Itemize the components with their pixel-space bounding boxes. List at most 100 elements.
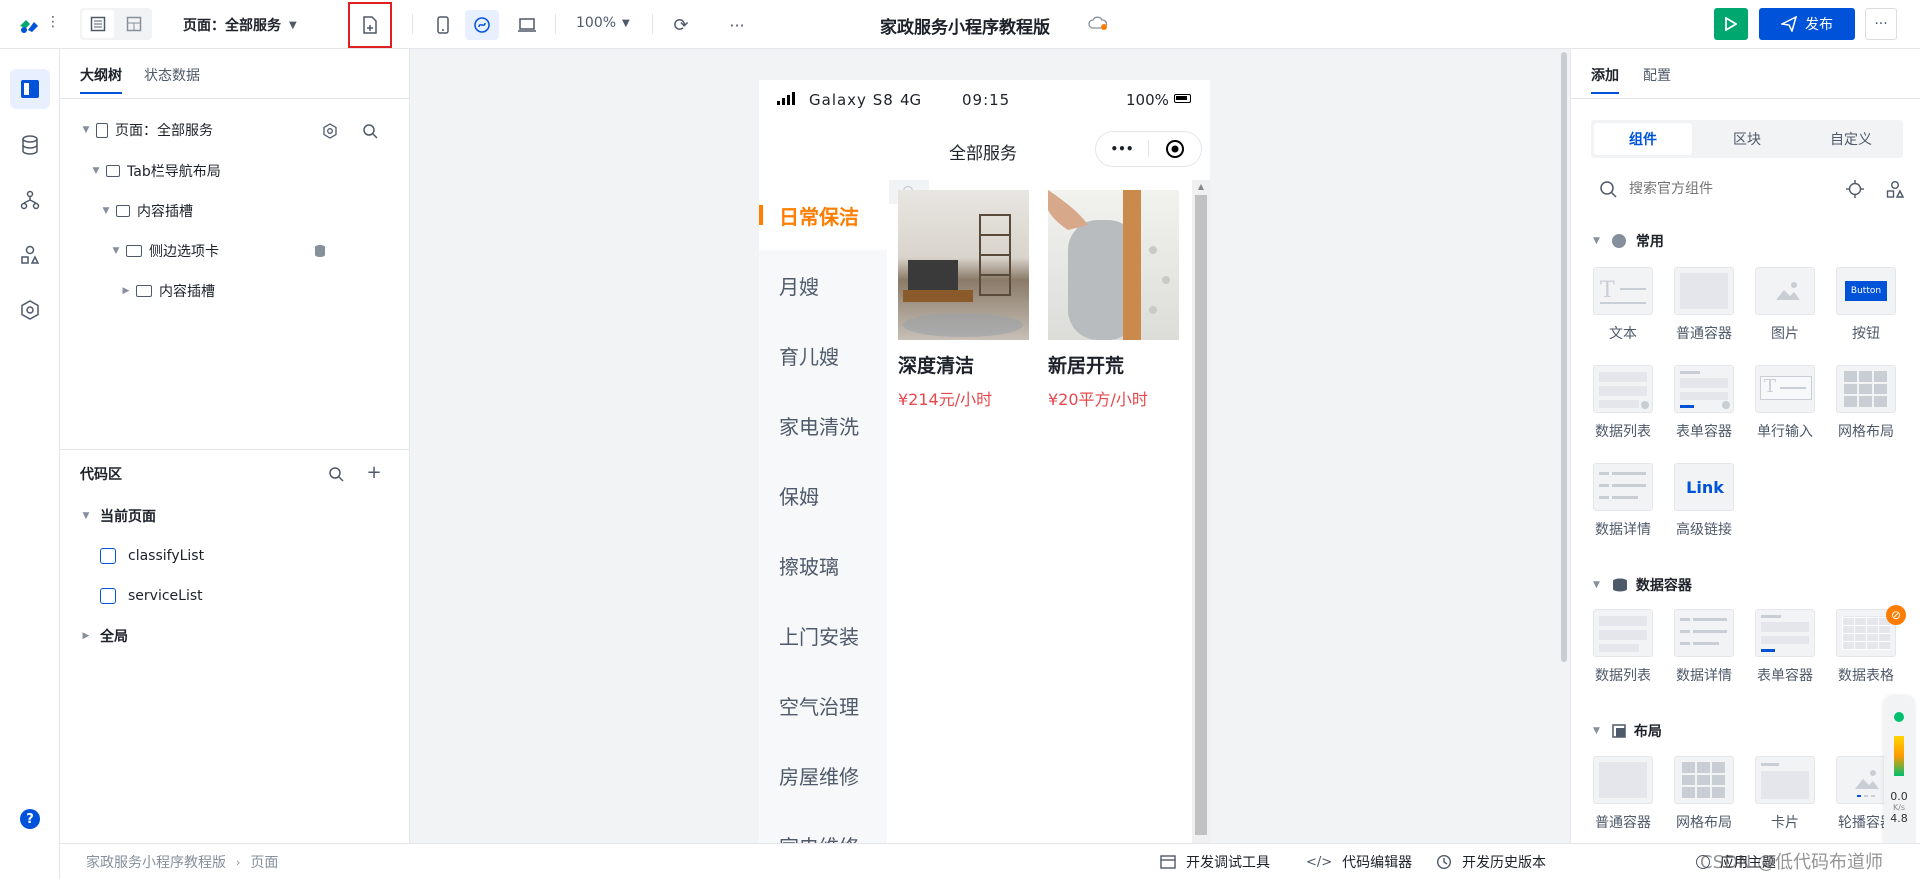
category-item[interactable]: 擦玻璃	[759, 530, 887, 600]
component-data-list[interactable]: 数据列表	[1593, 609, 1653, 685]
category-item[interactable]: 育儿嫂	[759, 320, 887, 390]
category-item[interactable]: 保姆	[759, 460, 887, 530]
component-link[interactable]: Link 高级链接	[1674, 463, 1734, 539]
tab-state-data[interactable]: 状态数据	[144, 65, 200, 85]
section-common[interactable]: ▼ 常用	[1593, 231, 1664, 251]
content-scrollbar[interactable]: ▲	[1192, 180, 1210, 843]
mobile-preview-icon[interactable]	[428, 10, 458, 40]
image-thumb	[1755, 267, 1815, 315]
scroll-thumb[interactable]	[1195, 195, 1207, 835]
flow-rail-icon[interactable]	[10, 180, 50, 220]
more-actions-button[interactable]: ···	[1865, 8, 1897, 40]
component-grid-layout[interactable]: 网格布局	[1836, 365, 1896, 441]
component-label: 图片	[1771, 326, 1799, 342]
input-thumb: T	[1755, 365, 1815, 413]
capsule-more-icon[interactable]: •••	[1096, 142, 1148, 156]
outline-rail-icon[interactable]	[10, 69, 50, 109]
new-page-button[interactable]	[348, 2, 392, 48]
outline-view-icon[interactable]	[82, 10, 114, 38]
tree-node-content-slot[interactable]: ▶ 内容插槽	[120, 280, 215, 302]
play-icon	[1725, 17, 1737, 31]
section-data-container[interactable]: ▼ 数据容器	[1593, 575, 1692, 595]
button-thumb-text: Button	[1845, 281, 1887, 301]
page-icon	[96, 122, 108, 138]
component-search-input[interactable]	[1629, 181, 1829, 197]
page-settings-icon[interactable]	[318, 119, 342, 143]
zoom-select[interactable]: 100% ▼	[576, 15, 630, 31]
code-editor-button[interactable]: </> 代码编辑器	[1306, 852, 1412, 872]
tree-node-side-tabs[interactable]: ▼ 侧边选项卡	[110, 240, 219, 262]
tab-config[interactable]: 配置	[1643, 65, 1671, 85]
component-grid-layout[interactable]: 网格布局	[1674, 756, 1734, 832]
divider	[555, 14, 556, 34]
run-button[interactable]	[1714, 8, 1748, 40]
more-icon[interactable]: ···	[722, 10, 752, 40]
history-button[interactable]: 开发历史版本	[1436, 852, 1546, 872]
component-form-container[interactable]: 表单容器	[1674, 365, 1734, 441]
page-selector[interactable]: 页面：全部服务 ▼	[183, 15, 297, 35]
code-group-current-page[interactable]: ▼ 当前页面	[80, 505, 156, 527]
hide-floating-icon[interactable]: ⊘	[1886, 605, 1906, 625]
tree-node-content-slot[interactable]: ▼ 内容插槽	[100, 200, 193, 222]
segment-custom[interactable]: 自定义	[1802, 123, 1900, 155]
common-section-icon	[1611, 234, 1626, 248]
refresh-icon[interactable]: ⟳	[666, 10, 696, 40]
tree-node-page[interactable]: ▼ 页面：全部服务	[80, 119, 213, 141]
tab-outline[interactable]: 大纲树	[80, 65, 122, 94]
component-text[interactable]: T 文本	[1593, 267, 1653, 343]
settings-rail-icon[interactable]	[10, 290, 50, 330]
component-library-icon[interactable]	[1883, 177, 1907, 201]
category-item-active[interactable]: 日常保洁	[759, 180, 887, 250]
tree-node-tab-layout[interactable]: ▼ Tab栏导航布局	[90, 160, 221, 182]
database-rail-icon[interactable]	[10, 125, 50, 165]
section-label: 常用	[1635, 234, 1664, 250]
capsule-close-icon[interactable]	[1149, 139, 1201, 159]
component-data-detail[interactable]: 数据详情	[1674, 609, 1734, 685]
code-item[interactable]: serviceList	[100, 585, 203, 607]
component-search[interactable]	[1591, 173, 1851, 205]
zoom-value: 100%	[576, 15, 617, 31]
miniprogram-preview-icon[interactable]	[465, 10, 499, 40]
status-time: 09:15	[962, 91, 1011, 109]
category-item[interactable]: 月嫂	[759, 250, 887, 320]
category-item[interactable]: 上门安装	[759, 600, 887, 670]
component-label: 数据详情	[1676, 668, 1732, 684]
component-form-container[interactable]: 表单容器	[1755, 609, 1815, 685]
component-card[interactable]: 卡片	[1755, 756, 1815, 832]
tab-add[interactable]: 添加	[1591, 65, 1619, 94]
publish-button[interactable]: 发布	[1759, 8, 1855, 40]
category-item[interactable]: 家电清洗	[759, 390, 887, 460]
component-container[interactable]: 普通容器	[1593, 756, 1653, 832]
canvas-scrollbar[interactable]	[1561, 52, 1567, 662]
segment-blocks[interactable]: 区块	[1698, 123, 1796, 155]
component-container[interactable]: 普通容器	[1674, 267, 1734, 343]
component-data-list[interactable]: 数据列表	[1593, 365, 1653, 441]
component-image[interactable]: 图片	[1755, 267, 1815, 343]
component-rail-icon[interactable]	[10, 235, 50, 275]
tree-node-label: 内容插槽	[159, 284, 215, 300]
category-item[interactable]: 房屋维修	[759, 740, 887, 810]
help-icon[interactable]: ?	[20, 809, 40, 829]
component-input[interactable]: T 单行输入	[1755, 365, 1815, 441]
category-item[interactable]: 空气治理	[759, 670, 887, 740]
section-layout[interactable]: ▼ 布局	[1593, 721, 1662, 741]
datasource-icon	[100, 588, 116, 604]
tree-search-icon[interactable]	[358, 119, 382, 143]
code-item[interactable]: classifyList	[100, 545, 204, 567]
code-search-icon[interactable]	[324, 462, 348, 486]
category-item[interactable]: 家电维修	[759, 810, 887, 844]
logo-menu-icon[interactable]: ⋮	[46, 14, 60, 30]
devtools-button[interactable]: 开发调试工具	[1160, 852, 1270, 872]
desktop-preview-icon[interactable]	[512, 10, 542, 40]
code-group-global[interactable]: ▶ 全局	[80, 625, 128, 647]
component-button[interactable]: Button 按钮	[1836, 267, 1896, 343]
breadcrumb-item[interactable]: 家政服务小程序教程版	[86, 852, 226, 872]
segment-components[interactable]: 组件	[1594, 123, 1692, 155]
layout-view-icon[interactable]	[118, 10, 150, 38]
breadcrumb-item[interactable]: 页面	[250, 852, 278, 872]
app-title: 家政服务小程序教程版	[880, 18, 1050, 38]
locate-icon[interactable]	[1843, 177, 1867, 201]
add-code-icon[interactable]: +	[362, 460, 386, 484]
component-data-detail[interactable]: 数据详情	[1593, 463, 1653, 539]
scroll-up-icon[interactable]: ▲	[1192, 182, 1210, 191]
